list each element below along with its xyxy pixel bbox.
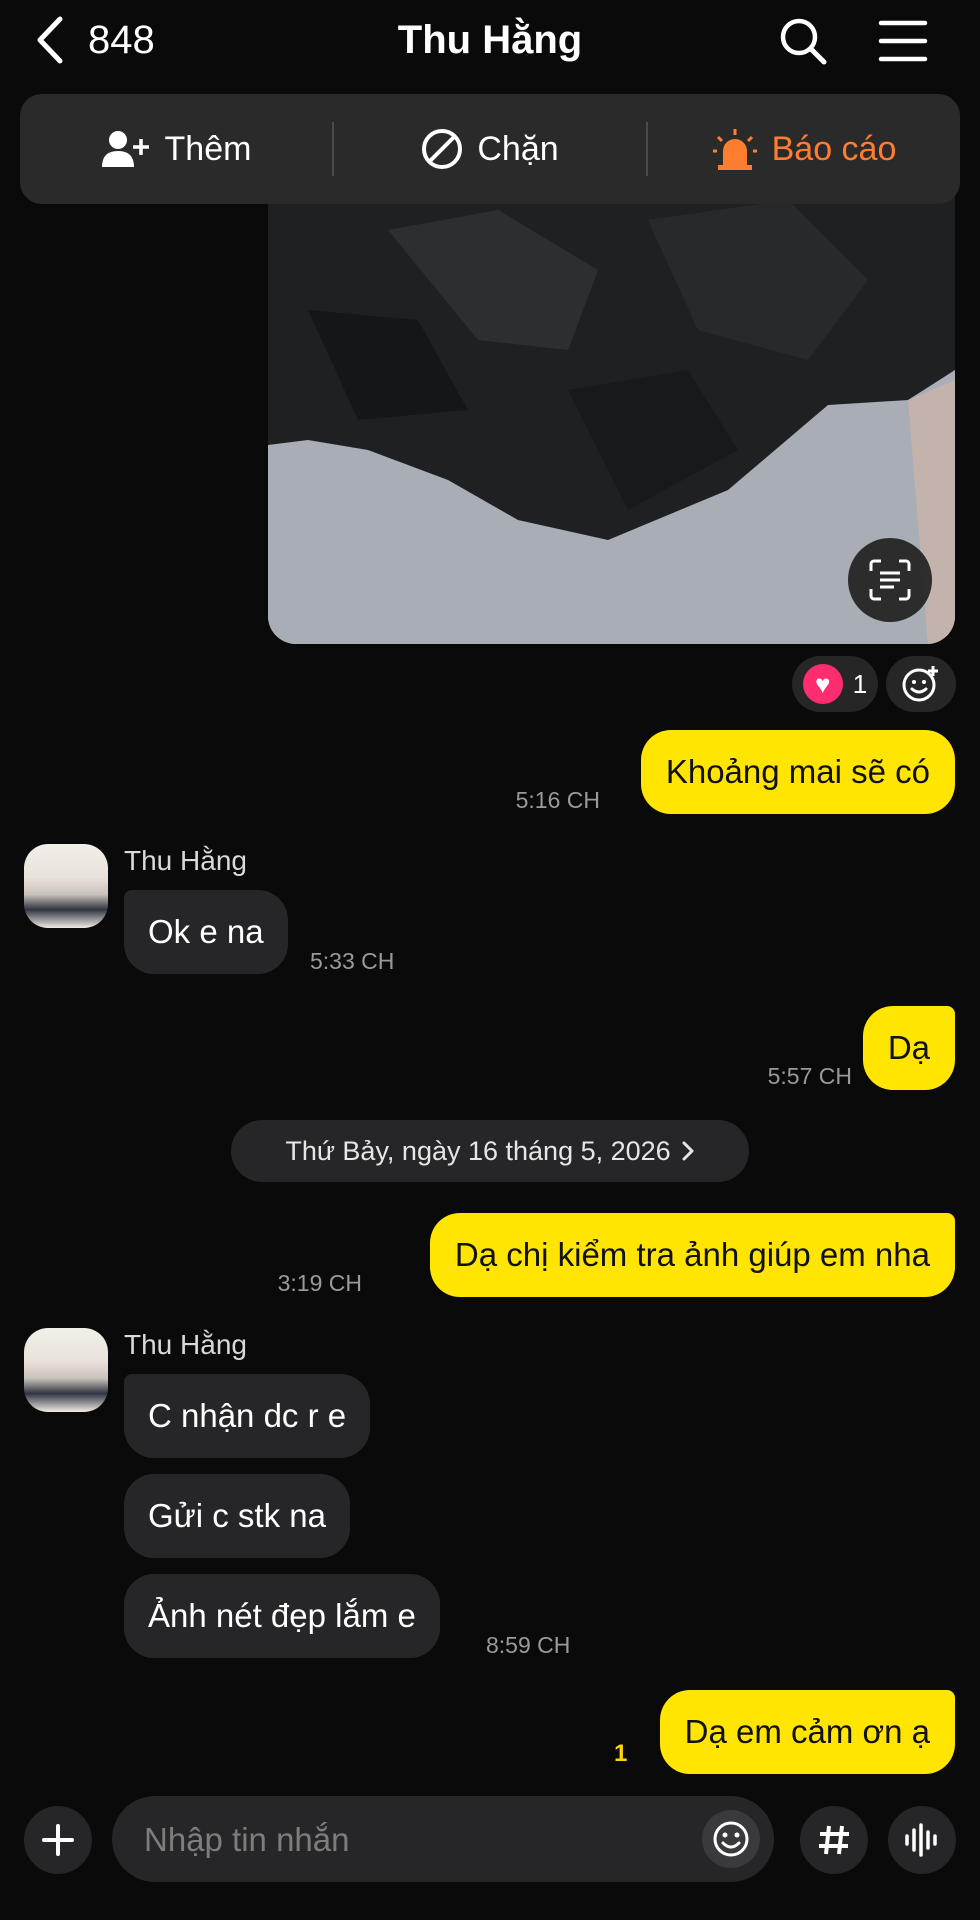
add-reaction-button[interactable]: [886, 656, 956, 712]
siren-icon: [712, 129, 757, 170]
report-label: Báo cáo: [771, 129, 897, 168]
message-time: 3:19 CH: [277, 1270, 362, 1296]
outgoing-message[interactable]: Dạ: [862, 1006, 955, 1090]
read-count: 1: [614, 1740, 628, 1767]
extract-text-button[interactable]: [848, 538, 932, 622]
message-input[interactable]: [142, 1796, 666, 1884]
block-label: Chặn: [477, 129, 559, 168]
reaction-count: 1: [852, 668, 868, 699]
incoming-message[interactable]: C nhận dc r e: [124, 1374, 371, 1458]
chevron-right-icon: [682, 1141, 694, 1161]
block-icon: [422, 129, 463, 169]
heart-icon: ♥: [802, 664, 843, 704]
avatar[interactable]: [24, 1328, 108, 1412]
outgoing-message[interactable]: Khoảng mai sẽ có: [640, 730, 955, 814]
reaction-badge[interactable]: ♥ 1: [792, 656, 878, 712]
hamburger-menu-icon: [878, 20, 928, 62]
search-icon: [780, 18, 827, 65]
chat-header: 848 Thu Hằng: [0, 0, 980, 82]
hashtag-icon: [819, 1825, 849, 1855]
menu-button[interactable]: [876, 14, 930, 68]
add-friend-button[interactable]: Thêm: [20, 94, 332, 204]
incoming-message[interactable]: Ok e na: [124, 890, 288, 974]
search-button[interactable]: [776, 14, 830, 68]
emoji-button[interactable]: [702, 1810, 760, 1868]
message-input-box[interactable]: [112, 1796, 774, 1884]
outgoing-message[interactable]: Dạ chị kiểm tra ảnh giúp em nha: [429, 1213, 955, 1297]
message-time: 5:33 CH: [310, 948, 395, 974]
date-label: Thứ Bảy, ngày 16 tháng 5, 2026: [285, 1135, 671, 1166]
smiley-icon: [713, 1821, 749, 1857]
add-user-icon: [101, 131, 149, 167]
report-button[interactable]: Báo cáo: [648, 94, 960, 204]
sender-name: Thu Hằng: [124, 845, 247, 876]
attach-button[interactable]: [24, 1806, 92, 1874]
stranger-action-bar: Thêm Chặn Báo cáo: [20, 94, 960, 204]
avatar[interactable]: [24, 844, 108, 928]
plus-icon: [42, 1824, 74, 1856]
hashtag-button[interactable]: [800, 1806, 868, 1874]
voice-message-button[interactable]: [888, 1806, 956, 1874]
outgoing-message[interactable]: Dạ em cảm ơn ạ: [659, 1690, 955, 1774]
message-time: 8:59 CH: [486, 1632, 571, 1658]
incoming-message[interactable]: Ảnh nét đẹp lắm e: [124, 1574, 440, 1658]
message-time: 5:16 CH: [515, 787, 600, 813]
sender-name: Thu Hằng: [124, 1329, 247, 1360]
incoming-message[interactable]: Gửi c stk na: [124, 1474, 350, 1558]
waveform-icon: [905, 1823, 937, 1857]
add-friend-label: Thêm: [164, 129, 252, 168]
message-time: 5:57 CH: [767, 1063, 852, 1089]
scan-text-icon: [869, 559, 911, 601]
add-emoji-icon: [902, 666, 938, 702]
page-title: Thu Hằng: [397, 18, 583, 62]
date-separator[interactable]: Thứ Bảy, ngày 16 tháng 5, 2026: [231, 1120, 749, 1182]
block-button[interactable]: Chặn: [334, 94, 646, 204]
